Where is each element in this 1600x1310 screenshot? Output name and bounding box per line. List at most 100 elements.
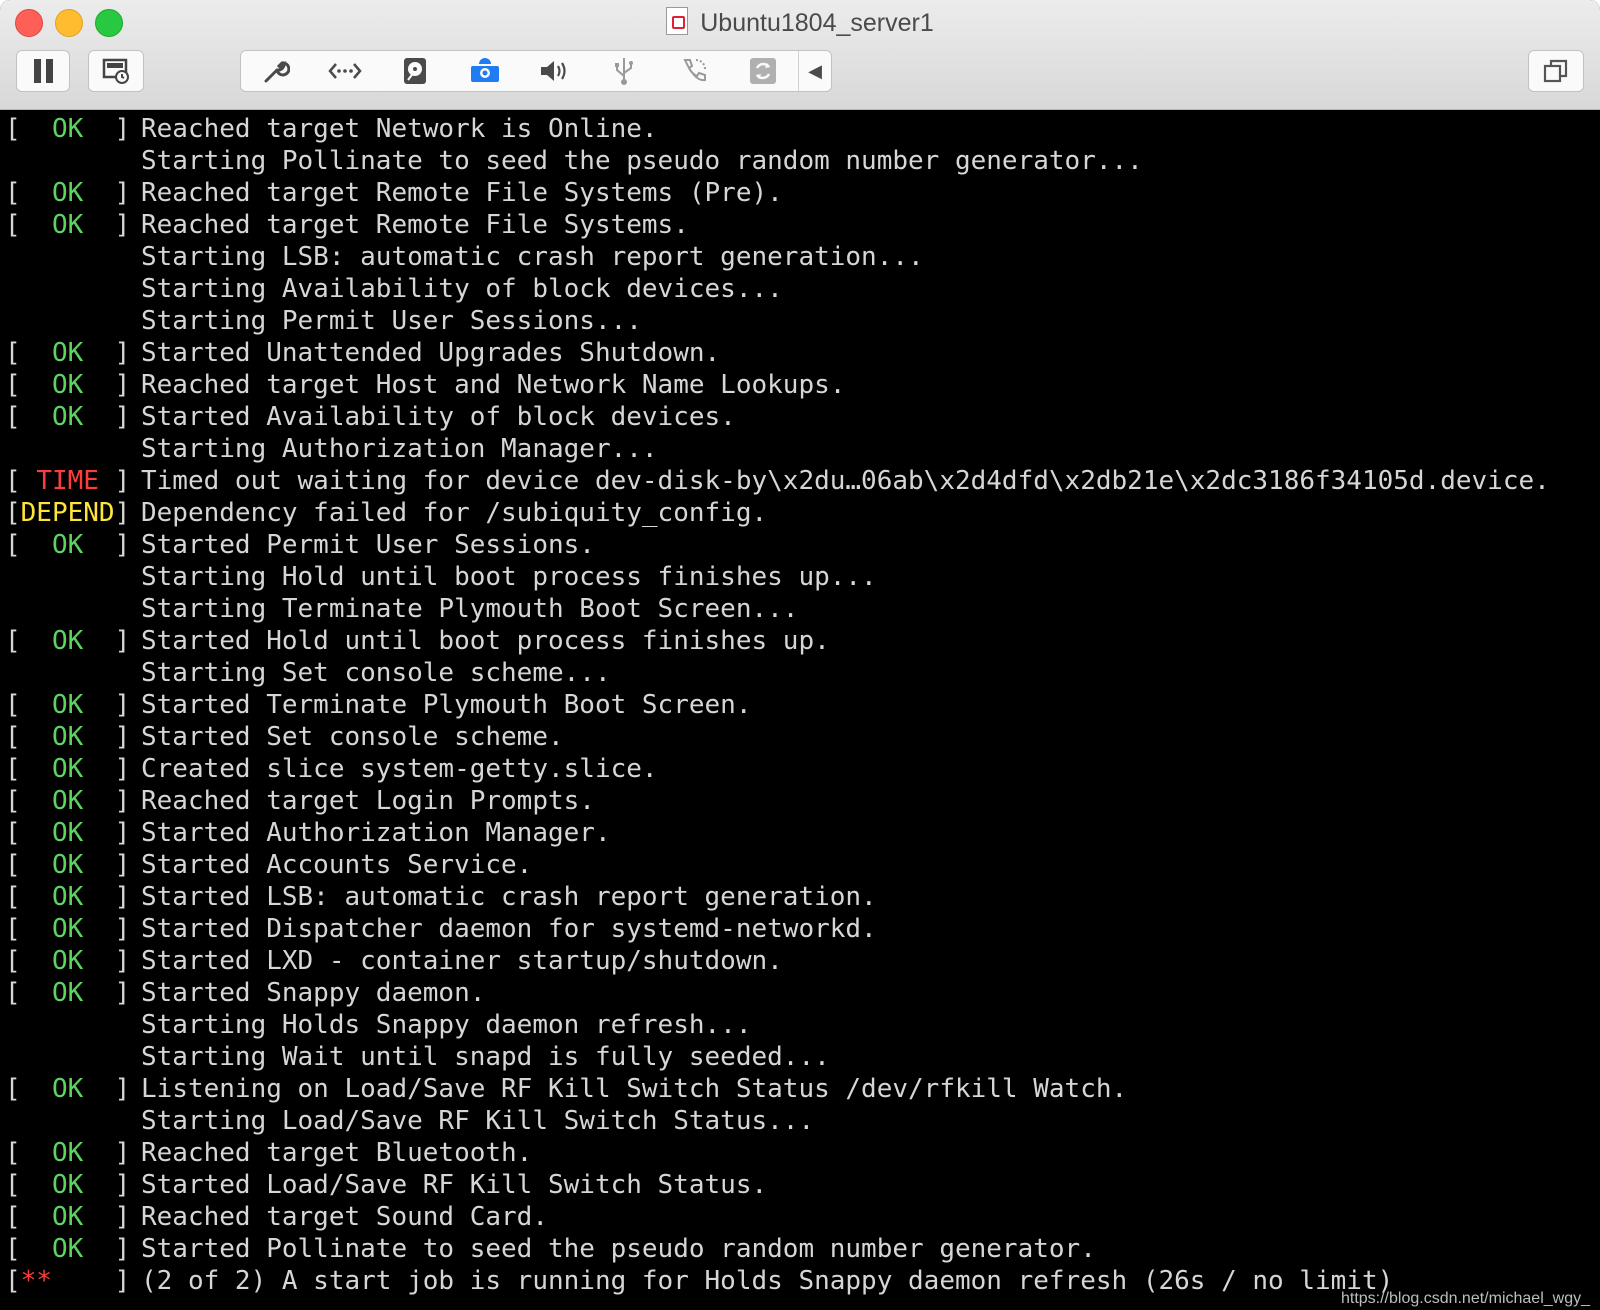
watermark: https://blog.csdn.net/michael_wgy_ (1340, 1290, 1590, 1307)
console-line: [ OK ] Created slice system-getty.slice. (5, 753, 1600, 785)
status-tag: [ OK ] (5, 978, 131, 1008)
console-message: Reached target Remote File Systems. (141, 210, 689, 240)
status-tag: [ OK ] (5, 626, 131, 656)
console-line: [ OK ] Reached target Network is Online. (5, 113, 1600, 145)
snapshot-icon (102, 58, 129, 84)
status-label: OK (51, 1202, 84, 1232)
console-message: Listening on Load/Save RF Kill Switch St… (141, 1074, 1128, 1104)
status-label: OK (51, 370, 84, 400)
console-line: Starting Set console scheme... (5, 657, 1600, 689)
console-message: Started Terminate Plymouth Boot Screen. (141, 690, 752, 720)
status-tag: [ OK ] (5, 946, 131, 976)
console-line: [ OK ] Reached target Remote File Systems… (5, 177, 1600, 209)
restore-window-button[interactable] (1528, 50, 1584, 92)
wrench-icon[interactable] (241, 51, 311, 91)
status-label: OK (51, 210, 84, 240)
status-label: OK (51, 1234, 84, 1264)
status-tag: [ OK ] (5, 818, 131, 848)
status-tag: [ OK ] (5, 178, 131, 208)
console-line: Starting Permit User Sessions... (5, 305, 1600, 337)
console-line: [ OK ] Reached target Remote File Systems… (5, 209, 1600, 241)
speaker-icon[interactable] (520, 51, 590, 91)
status-label: ** (20, 1266, 52, 1296)
camera-icon[interactable] (450, 51, 520, 91)
status-label: OK (51, 946, 84, 976)
status-tag: [ OK ] (5, 1234, 131, 1264)
status-label: OK (51, 786, 84, 816)
status-tag: [ TIME ] (5, 466, 131, 496)
status-label: OK (51, 178, 84, 208)
console-line: [ OK ] Started Set console scheme. (5, 721, 1600, 753)
console-message: Started Set console scheme. (141, 722, 564, 752)
console-message: Starting Load/Save RF Kill Switch Status… (141, 1106, 815, 1136)
console-line: Starting LSB: automatic crash report gen… (5, 241, 1600, 273)
console-message: Reached target Network is Online. (141, 114, 658, 144)
status-tag: [** ] (5, 1266, 131, 1296)
console-line: Starting Pollinate to seed the pseudo ra… (5, 145, 1600, 177)
console-line: [ OK ] Started Permit User Sessions. (5, 529, 1600, 561)
console-message: Started Pollinate to seed the pseudo ran… (141, 1234, 1096, 1264)
console-message: Starting Holds Snappy daemon refresh... (141, 1010, 752, 1040)
console-message: Started Accounts Service. (141, 850, 533, 880)
status-tag: [ OK ] (5, 210, 131, 240)
status-label: DEPEND (20, 498, 115, 528)
status-tag: [DEPEND] (5, 498, 131, 528)
console-line: Starting Wait until snapd is fully seede… (5, 1041, 1600, 1073)
status-label: OK (51, 626, 84, 656)
chevron-left-icon[interactable]: ◀ (798, 51, 831, 91)
console-output[interactable]: [ OK ] Reached target Network is Online. S… (0, 110, 1600, 1310)
console-line: [DEPEND] Dependency failed for /subiquity… (5, 497, 1600, 529)
status-label: OK (51, 722, 84, 752)
console-line: [ OK ] Started Hold until boot process fi… (5, 625, 1600, 657)
console-line: [ TIME ] Timed out waiting for device dev… (5, 465, 1600, 497)
status-label: OK (51, 338, 84, 368)
console-line: [ OK ] Started Dispatcher daemon for syst… (5, 913, 1600, 945)
console-message: Starting Hold until boot process finishe… (141, 562, 877, 592)
status-tag: [ OK ] (5, 1202, 131, 1232)
pause-button[interactable] (16, 50, 70, 92)
console-message: Timed out waiting for device dev-disk-by… (141, 466, 1550, 496)
console-message: Started Authorization Manager. (141, 818, 611, 848)
status-tag: [ OK ] (5, 370, 131, 400)
refresh-icon[interactable] (729, 51, 799, 91)
pause-icon (33, 59, 53, 83)
console-line: Starting Holds Snappy daemon refresh... (5, 1009, 1600, 1041)
console-message: Started LSB: automatic crash report gene… (141, 882, 877, 912)
console-message: Started Permit User Sessions. (141, 530, 595, 560)
disk-icon[interactable] (380, 51, 450, 91)
console-message: Started Snappy daemon. (141, 978, 486, 1008)
console-line: Starting Hold until boot process finishe… (5, 561, 1600, 593)
status-label: OK (51, 914, 84, 944)
restore-window-icon (1543, 59, 1568, 83)
status-tag: [ OK ] (5, 690, 131, 720)
console-line: [ OK ] Reached target Sound Card. (5, 1201, 1600, 1233)
console-message: Reached target Bluetooth. (141, 1138, 533, 1168)
console-message: Reached target Login Prompts. (141, 786, 595, 816)
status-label: OK (51, 402, 84, 432)
status-tag: [ OK ] (5, 1138, 131, 1168)
status-tag: [ OK ] (5, 114, 131, 144)
console-message: Started LXD - container startup/shutdown… (141, 946, 783, 976)
status-label: TIME (36, 466, 99, 496)
phone-icon[interactable] (659, 51, 729, 91)
console-message: Started Load/Save RF Kill Switch Status. (141, 1170, 768, 1200)
title-bar: Ubuntu1804_server1 ◀ (0, 0, 1600, 110)
status-label: OK (51, 1074, 84, 1104)
console-line: [ OK ] Started Availability of block devi… (5, 401, 1600, 433)
console-line: [ OK ] Reached target Host and Network Na… (5, 369, 1600, 401)
console-message: Reached target Host and Network Name Loo… (141, 370, 846, 400)
status-tag: [ OK ] (5, 1170, 131, 1200)
console-message: Starting Authorization Manager... (141, 434, 658, 464)
usb-icon[interactable] (589, 51, 659, 91)
console-message: Started Hold until boot process finishes… (141, 626, 830, 656)
status-label: OK (51, 530, 84, 560)
console-message: Starting Permit User Sessions... (141, 306, 642, 336)
console-line: [ OK ] Started Load/Save RF Kill Switch S… (5, 1169, 1600, 1201)
console-line: Starting Authorization Manager... (5, 433, 1600, 465)
console-line: [ OK ] Started LXD - container startup/sh… (5, 945, 1600, 977)
snapshot-button[interactable] (88, 50, 144, 92)
network-icon[interactable] (311, 51, 381, 91)
vm-document-icon (666, 7, 689, 35)
console-message: Starting LSB: automatic crash report gen… (141, 242, 924, 272)
status-tag: [ OK ] (5, 530, 131, 560)
